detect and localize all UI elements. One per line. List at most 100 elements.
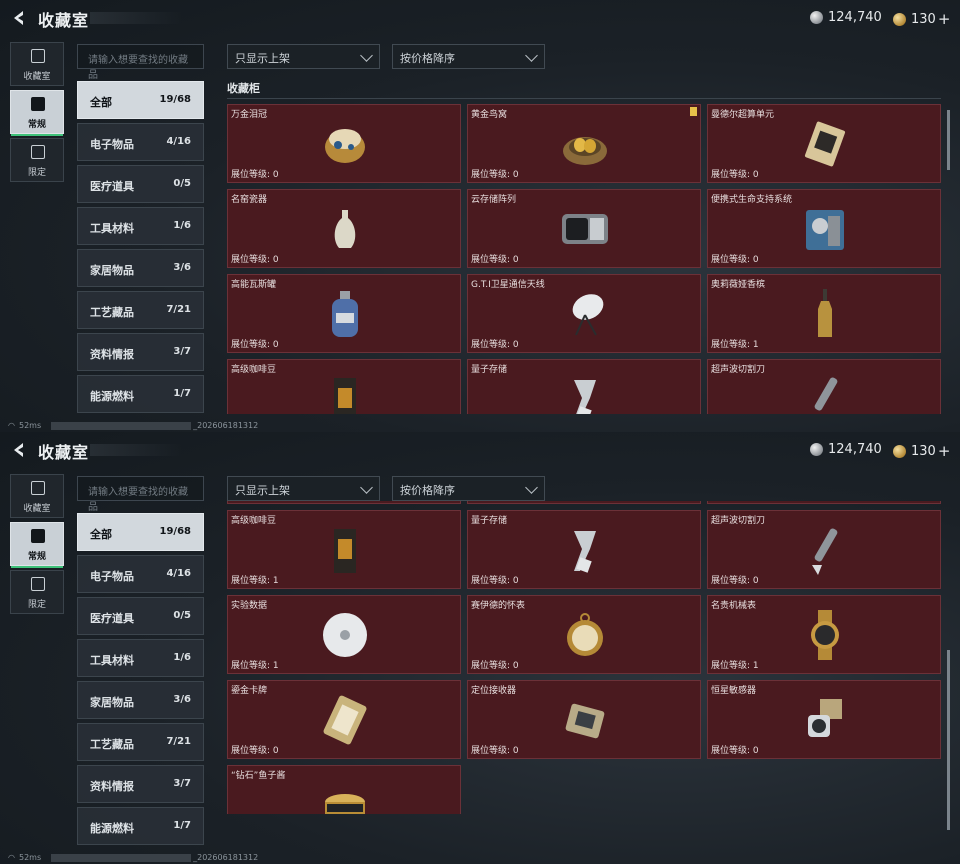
scrollbar[interactable] bbox=[947, 650, 950, 830]
collection-card[interactable]: 万金泪冠 展位等级: 0 bbox=[227, 104, 461, 183]
sidebar-item-limited[interactable]: 限定 bbox=[10, 570, 64, 614]
silver-amount: 124,740 bbox=[828, 10, 882, 25]
collection-card[interactable]: “钻石”鱼子酱 bbox=[227, 765, 461, 814]
item-name: 云存储阵列 bbox=[471, 195, 517, 205]
search-input[interactable]: 请输入想要查找的收藏品 bbox=[77, 44, 204, 81]
coffee-bag-icon bbox=[334, 529, 356, 573]
category-item[interactable]: 工艺藏品 7/21 bbox=[77, 723, 204, 761]
level-value: 0 bbox=[512, 576, 519, 586]
back-arrow-icon[interactable] bbox=[10, 441, 28, 459]
collection-card[interactable]: G.T.I卫星通信天线展位等级: 0 bbox=[467, 501, 701, 504]
collection-card[interactable]: 超声波切割刀展位等级: 0 bbox=[707, 359, 941, 414]
item-name: 定位接收器 bbox=[471, 686, 517, 696]
scrollbar[interactable] bbox=[947, 110, 950, 170]
display-filter-value: 只显示上架 bbox=[235, 484, 290, 497]
back-arrow-icon[interactable] bbox=[10, 9, 28, 27]
category-name: 电子物品 bbox=[90, 570, 134, 583]
gold-balance[interactable]: 130 + bbox=[893, 442, 950, 460]
sidebar-item-regular[interactable]: 常规 bbox=[10, 90, 64, 136]
sidebar-item-regular[interactable]: 常规 bbox=[10, 522, 64, 568]
sort-value: 按价格降序 bbox=[400, 52, 455, 65]
item-name: 超声波切割刀 bbox=[711, 365, 766, 375]
category-item[interactable]: 医疗道具 0/5 bbox=[77, 597, 204, 635]
category-item[interactable]: 资料情报 3/7 bbox=[77, 765, 204, 803]
collection-card[interactable]: 奥莉薇娅香槟展位等级: 1 bbox=[707, 274, 941, 353]
porcelain-vase-icon bbox=[334, 210, 356, 248]
gold-balance[interactable]: 130 + bbox=[893, 10, 950, 28]
display-filter-dropdown[interactable]: 只显示上架 bbox=[227, 476, 380, 501]
collection-card[interactable]: 量子存储展位等级: 0 bbox=[467, 359, 701, 414]
level-value: 0 bbox=[512, 340, 519, 350]
collection-card[interactable]: 名窑瓷器 展位等级: 0 bbox=[227, 189, 461, 268]
category-count: 0/5 bbox=[173, 178, 191, 189]
collection-card[interactable]: 定位接收器 展位等级: 0 bbox=[467, 680, 701, 759]
category-count: 1/7 bbox=[173, 820, 191, 831]
limited-icon bbox=[31, 145, 45, 159]
page-title: 收藏室 bbox=[38, 443, 90, 462]
category-item[interactable]: 家居物品 3/6 bbox=[77, 249, 204, 287]
category-item[interactable]: 电子物品 4/16 bbox=[77, 123, 204, 161]
category-name: 工艺藏品 bbox=[90, 306, 134, 319]
sidebar-item-limited[interactable]: 限定 bbox=[10, 138, 64, 182]
collection-card[interactable]: 曼德尔超算单元 展位等级: 0 bbox=[707, 104, 941, 183]
sidebar-item-collection[interactable]: 收藏室 bbox=[10, 474, 64, 518]
collection-card[interactable]: 量子存储展位等级: 0 bbox=[467, 510, 701, 589]
collection-card[interactable]: 超声波切割刀展位等级: 0 bbox=[707, 510, 941, 589]
category-name: 家居物品 bbox=[90, 264, 134, 277]
collection-card[interactable]: 黄金鸟窝 展位等级: 0 bbox=[467, 104, 701, 183]
collection-card[interactable]: G.T.I卫星通信天线展位等级: 0 bbox=[467, 274, 701, 353]
collection-card[interactable]: 高级咖啡豆展位等级: 1 bbox=[227, 359, 461, 414]
display-filter-dropdown[interactable]: 只显示上架 bbox=[227, 44, 380, 69]
gas-canister-icon bbox=[332, 291, 358, 337]
sidebar-item-label: 常规 bbox=[27, 120, 46, 130]
collection-card[interactable]: 云存储阵列 展位等级: 0 bbox=[467, 189, 701, 268]
search-input[interactable]: 请输入想要查找的收藏品 bbox=[77, 476, 204, 513]
category-item[interactable]: 全部 19/68 bbox=[77, 81, 204, 119]
category-item[interactable]: 资料情报 3/7 bbox=[77, 333, 204, 371]
quantum-storage-icon bbox=[574, 531, 596, 573]
collection-card[interactable]: 高能瓦斯罐展位等级: 0 bbox=[227, 274, 461, 353]
category-item[interactable]: 电子物品 4/16 bbox=[77, 555, 204, 593]
page-title: 收藏室 bbox=[38, 11, 90, 30]
collection-card[interactable]: 便携式生命支持系统 展位等级: 0 bbox=[707, 189, 941, 268]
category-item[interactable]: 工艺藏品 7/21 bbox=[77, 291, 204, 329]
collection-card[interactable]: 名贵机械表 展位等级: 1 bbox=[707, 595, 941, 674]
item-name: 赛伊德的怀表 bbox=[471, 601, 526, 611]
category-item[interactable]: 家居物品 3/6 bbox=[77, 681, 204, 719]
collection-card[interactable]: 赛伊德的怀表 展位等级: 0 bbox=[467, 595, 701, 674]
category-item[interactable]: 全部 19/68 bbox=[77, 513, 204, 551]
collection-card[interactable]: 鎏金卡牌 展位等级: 0 bbox=[227, 680, 461, 759]
category-name: 全部 bbox=[90, 528, 112, 541]
sort-dropdown[interactable]: 按价格降序 bbox=[392, 476, 545, 501]
collection-card[interactable]: 恒星敏感器 展位等级: 0 bbox=[707, 680, 941, 759]
category-item[interactable]: 医疗道具 0/5 bbox=[77, 165, 204, 203]
collection-card[interactable]: 实验数据 展位等级: 1 bbox=[227, 595, 461, 674]
category-item[interactable]: 能源燃料 1/7 bbox=[77, 375, 204, 413]
category-item[interactable]: 工具材料 1/6 bbox=[77, 207, 204, 245]
sidebar-item-collection[interactable]: 收藏室 bbox=[10, 42, 64, 86]
gold-add-button[interactable]: + bbox=[938, 442, 951, 460]
item-level: 展位等级: 1 bbox=[711, 658, 759, 671]
chevron-down-icon bbox=[525, 49, 538, 62]
item-level: 展位等级: 0 bbox=[471, 167, 519, 180]
category-item[interactable]: 能源燃料 1/7 bbox=[77, 807, 204, 845]
level-label: 展位等级: bbox=[711, 255, 751, 265]
sort-dropdown[interactable]: 按价格降序 bbox=[392, 44, 545, 69]
category-list: 全部 19/68 电子物品 4/16 医疗道具 0/5 工具材料 1/6 家居物品 3/6 工艺藏品… bbox=[77, 513, 204, 849]
category-name: 工具材料 bbox=[90, 654, 134, 667]
category-item[interactable]: 工具材料 1/6 bbox=[77, 639, 204, 677]
level-label: 展位等级: bbox=[711, 661, 751, 671]
category-name: 家居物品 bbox=[90, 696, 134, 709]
collection-icon bbox=[31, 49, 45, 63]
sidebar: 收藏室 常规 限定 bbox=[10, 42, 64, 186]
category-name: 全部 bbox=[90, 96, 112, 109]
level-label: 展位等级: bbox=[471, 576, 511, 586]
collection-card[interactable]: 高能瓦斯罐展位等级: 0 bbox=[227, 501, 461, 504]
item-name: G.T.I卫星通信天线 bbox=[471, 280, 545, 290]
collection-card[interactable]: 奥莉薇娅香槟展位等级: 1 bbox=[707, 501, 941, 504]
gold-add-button[interactable]: + bbox=[938, 10, 951, 28]
level-label: 展位等级: bbox=[471, 255, 511, 265]
category-count: 19/68 bbox=[159, 94, 191, 105]
item-name: 便携式生命支持系统 bbox=[711, 195, 793, 205]
collection-card[interactable]: 高级咖啡豆展位等级: 1 bbox=[227, 510, 461, 589]
